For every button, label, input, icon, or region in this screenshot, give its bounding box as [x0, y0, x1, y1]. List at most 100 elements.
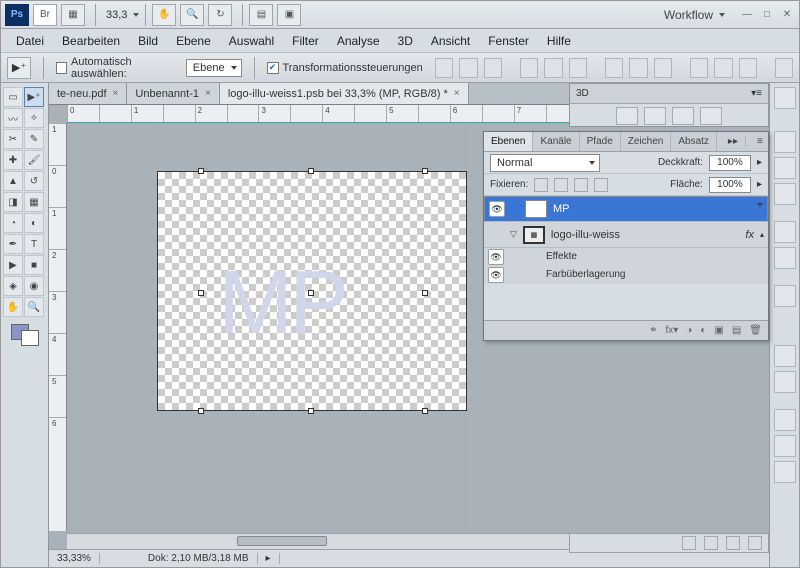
expand-icon[interactable]: ▽ [510, 229, 517, 240]
lasso-tool[interactable]: 〰 [3, 108, 23, 128]
panel-3d-tab[interactable]: 3D [576, 88, 589, 99]
lock-pixels-icon[interactable] [554, 178, 568, 192]
blend-mode-select[interactable]: Normal [490, 154, 600, 172]
panel-adjust-icon[interactable] [774, 345, 796, 367]
visibility-icon[interactable]: 👁 [489, 201, 505, 217]
hand-tool[interactable]: ✋ [3, 297, 23, 317]
healing-tool[interactable]: ✚ [3, 150, 23, 170]
menu-bearbeiten[interactable]: Bearbeiten [53, 34, 129, 48]
distribute-f-icon[interactable] [739, 58, 757, 78]
lock-pos-icon[interactable] [574, 178, 588, 192]
ruler-vertical[interactable]: 10123456 [49, 123, 67, 531]
close-button[interactable]: ✕ [779, 8, 795, 22]
restore-button[interactable]: □ [759, 8, 775, 22]
minimize-button[interactable]: — [739, 8, 755, 22]
marquee-tool[interactable]: ▭ [3, 87, 23, 107]
menu-filter[interactable]: Filter [283, 34, 328, 48]
footer-icon[interactable] [726, 536, 740, 550]
tab-kanale[interactable]: Kanäle [533, 132, 579, 151]
mask-icon[interactable]: ◑ [686, 325, 692, 336]
visibility-icon[interactable]: 👁 [488, 267, 504, 283]
footer-icon[interactable] [682, 536, 696, 550]
brush-tool[interactable]: 🖌 [24, 150, 44, 170]
workspace-switcher[interactable]: Workflow [664, 8, 725, 22]
close-icon[interactable]: × [454, 88, 460, 99]
lock-all-icon[interactable] [594, 178, 608, 192]
new-layer-icon[interactable]: ▤ [732, 325, 741, 336]
footer-trash-icon[interactable] [748, 536, 762, 550]
menu-bild[interactable]: Bild [129, 34, 167, 48]
move-tool[interactable]: ▶⁺ [24, 87, 44, 107]
distribute-e-icon[interactable] [714, 58, 732, 78]
3d-light-icon[interactable] [700, 107, 722, 125]
gradient-tool[interactable]: ▦ [24, 192, 44, 212]
background-color[interactable] [21, 330, 39, 346]
document-tab[interactable]: te-neu.pdf× [49, 83, 127, 104]
scroll-thumb[interactable] [237, 536, 327, 546]
ps-icon[interactable]: Ps [5, 4, 29, 26]
document-tab[interactable]: Unbenannt-1× [127, 83, 219, 104]
type-tool[interactable]: T [24, 234, 44, 254]
align-vcenter-icon[interactable] [459, 58, 477, 78]
distribute-c-icon[interactable] [654, 58, 672, 78]
menu-datei[interactable]: Datei [7, 34, 53, 48]
shape-tool[interactable]: ■ [24, 255, 44, 275]
panel-3d[interactable]: 3D▾≡ [569, 83, 769, 127]
menu-auswahl[interactable]: Auswahl [220, 34, 283, 48]
panel-color-icon[interactable] [774, 131, 796, 153]
zoom-dropdown-icon[interactable] [133, 13, 139, 17]
panel-mask-icon[interactable] [774, 371, 796, 393]
align-bottom-icon[interactable] [484, 58, 502, 78]
visibility-icon[interactable] [488, 227, 504, 243]
3d-scene-icon[interactable] [616, 107, 638, 125]
hand-tool-icon[interactable]: ✋ [152, 4, 176, 26]
tab-absatz[interactable]: Absatz [671, 132, 717, 151]
document-tab[interactable]: logo-illu-weiss1.psb bei 33,3% (MP, RGB/… [220, 83, 469, 104]
layers-panel[interactable]: Ebenen Kanäle Pfade Zeichen Absatz ▸▸≡ N… [483, 131, 769, 341]
stamp-tool[interactable]: ▲ [3, 171, 23, 191]
status-zoom[interactable]: 33,33% [49, 553, 100, 564]
chevron-up-icon[interactable]: ▴ [760, 230, 764, 239]
pen-tool[interactable]: ✒ [3, 234, 23, 254]
menu-ansicht[interactable]: Ansicht [422, 34, 479, 48]
path-select-tool[interactable]: ▶ [3, 255, 23, 275]
3d-tool[interactable]: ◈ [3, 276, 23, 296]
fx-badge[interactable]: fx [745, 229, 754, 241]
link-layers-icon[interactable]: ⚭ [649, 325, 657, 336]
opt-extra-icon[interactable] [775, 58, 793, 78]
panel-styles-icon[interactable] [774, 183, 796, 205]
delete-layer-icon[interactable]: 🗑 [749, 325, 762, 336]
effect-item[interactable]: Farbüberlagerung [546, 266, 626, 284]
panel-paths-icon[interactable] [774, 461, 796, 483]
close-icon[interactable]: × [205, 88, 211, 99]
quick-select-tool[interactable]: ✧ [24, 108, 44, 128]
panel-para-icon[interactable] [774, 247, 796, 269]
layer-row[interactable]: ▽ ▦ logo-illu-weiss fx▴ [484, 222, 768, 248]
panel-menu-icon[interactable]: ≡ [750, 136, 771, 147]
distribute-d-icon[interactable] [690, 58, 708, 78]
history-brush-tool[interactable]: ↺ [24, 171, 44, 191]
close-icon[interactable]: × [113, 88, 119, 99]
current-tool-icon[interactable]: ▶⁺ [7, 57, 31, 79]
panel-channels-icon[interactable] [774, 435, 796, 457]
align-right-icon[interactable] [569, 58, 587, 78]
color-swatch[interactable] [11, 324, 39, 346]
eraser-tool[interactable]: ◨ [3, 192, 23, 212]
rotate-view-icon[interactable]: ↻ [208, 4, 232, 26]
fx-icon[interactable]: fx▾ [665, 325, 678, 336]
menu-hilfe[interactable]: Hilfe [538, 34, 580, 48]
align-top-icon[interactable] [435, 58, 453, 78]
panel-collapse-icon[interactable]: ▸▸ [721, 136, 746, 147]
3d-mesh-icon[interactable] [644, 107, 666, 125]
auto-select-target[interactable]: Ebene [186, 59, 242, 77]
adjustment-icon[interactable]: ◐ [700, 325, 706, 336]
menu-analyse[interactable]: Analyse [328, 34, 389, 48]
zoom-display[interactable]: 33,3 [106, 9, 127, 21]
auto-select-check[interactable]: Automatisch auswählen: [56, 56, 180, 80]
effects-label[interactable]: Effekte [546, 248, 577, 266]
align-left-icon[interactable] [520, 58, 538, 78]
menu-ebene[interactable]: Ebene [167, 34, 220, 48]
footer-icon[interactable] [704, 536, 718, 550]
lock-trans-icon[interactable] [534, 178, 548, 192]
blur-tool[interactable]: ◔ [3, 213, 23, 233]
